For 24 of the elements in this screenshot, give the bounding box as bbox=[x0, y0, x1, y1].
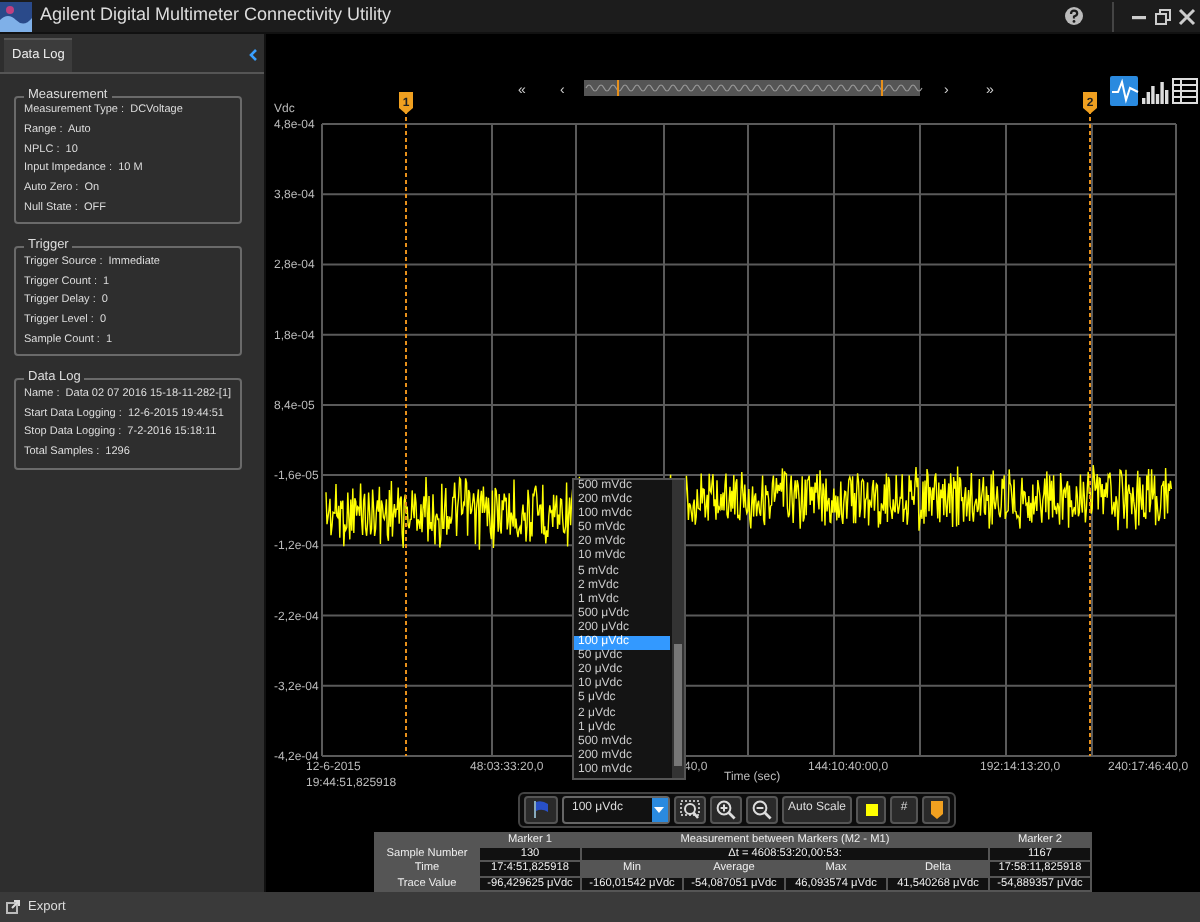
zoom-in-button[interactable] bbox=[709, 795, 742, 823]
close-icon[interactable] bbox=[1178, 7, 1196, 25]
export-icon bbox=[6, 900, 20, 914]
restore-icon[interactable] bbox=[1154, 7, 1172, 25]
app-logo-icon bbox=[0, 1, 32, 31]
histogram-view-icon[interactable] bbox=[1140, 76, 1169, 106]
zoom-out-button[interactable] bbox=[745, 795, 778, 823]
marker-button[interactable] bbox=[922, 795, 951, 823]
overview-scrollbar[interactable] bbox=[584, 79, 923, 97]
flag-icon bbox=[531, 800, 550, 818]
dropdown-scrollbar[interactable] bbox=[672, 480, 684, 778]
trace-view-icon[interactable] bbox=[1110, 76, 1139, 106]
marker-pin-icon bbox=[929, 799, 944, 819]
zoom-out-icon bbox=[751, 799, 772, 819]
dropdown-arrow-icon bbox=[654, 805, 665, 813]
magnifier-icon bbox=[679, 799, 700, 819]
trace-color-button[interactable] bbox=[856, 795, 887, 823]
table-view-icon[interactable] bbox=[1170, 76, 1198, 106]
zoom-to-box-button[interactable] bbox=[673, 795, 706, 823]
window-title: Agilent Digital Multimeter Connectivity Utility bbox=[40, 2, 394, 29]
flag-button[interactable] bbox=[523, 795, 558, 823]
collapse-chevron-icon[interactable] bbox=[248, 47, 258, 62]
help-icon[interactable] bbox=[1064, 6, 1084, 26]
zoom-in-icon bbox=[715, 799, 736, 819]
